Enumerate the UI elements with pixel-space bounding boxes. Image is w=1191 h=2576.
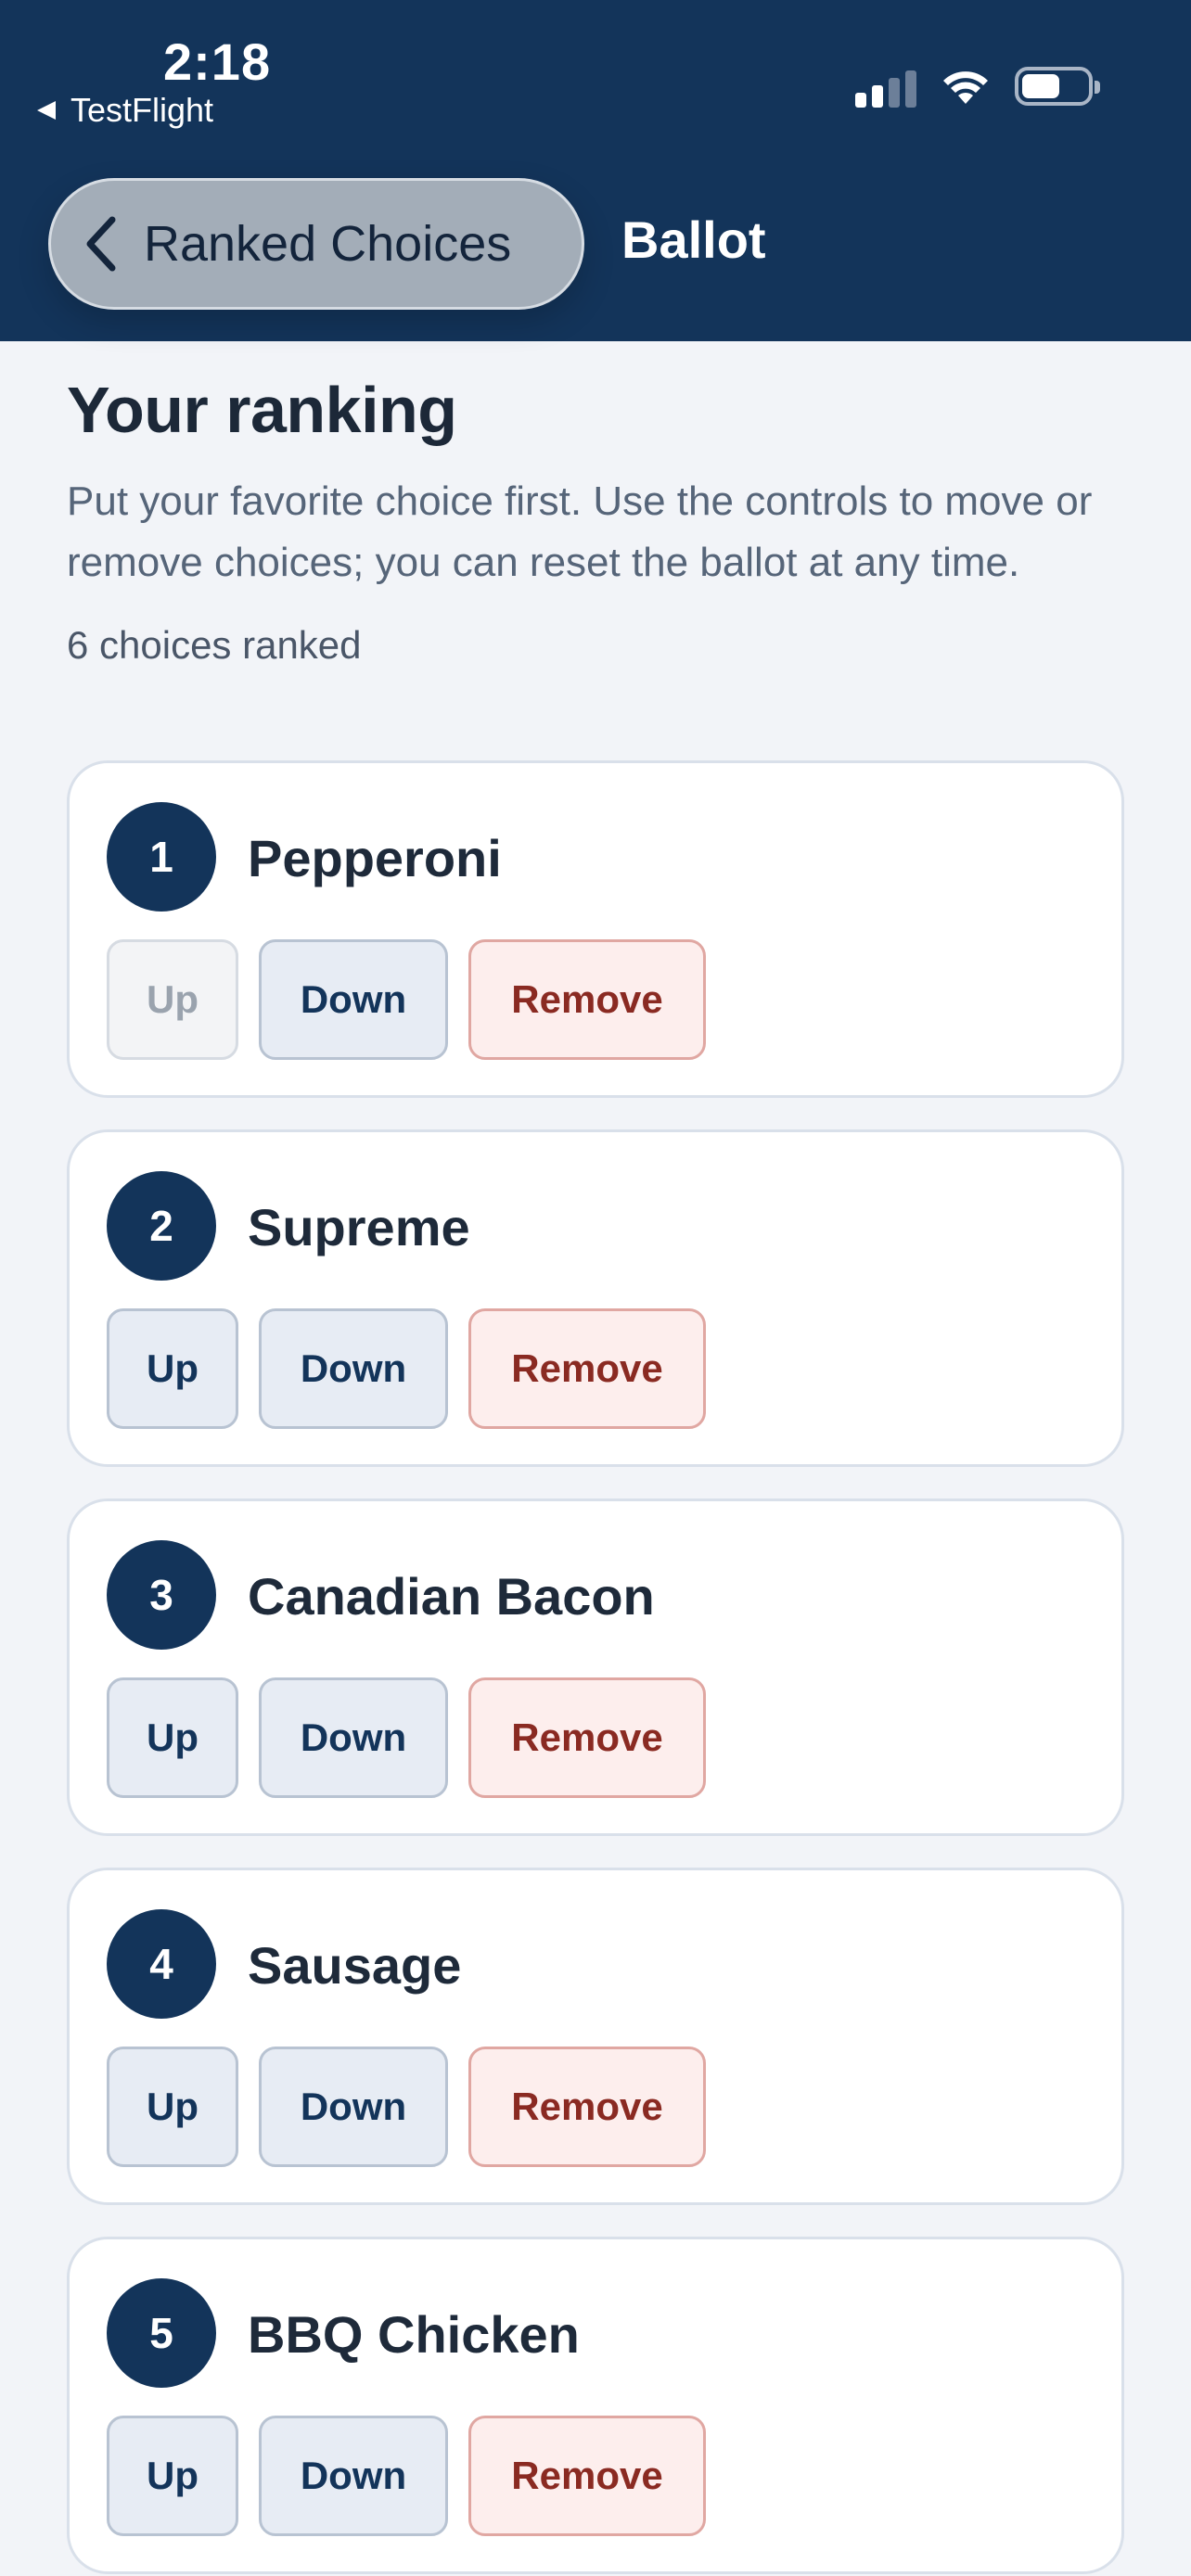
page-title: Your ranking [67,374,457,446]
choice-name: Pepperoni [248,829,502,887]
choice-name: Sausage [248,1936,462,1995]
remove-button[interactable]: Remove [468,1308,706,1429]
move-up-button: Up [107,939,238,1060]
main-content: Your ranking Put your favorite choice fi… [67,341,1124,668]
rank-badge: 5 [107,2278,216,2388]
status-time: 2:18 [163,32,272,91]
move-up-button[interactable]: Up [107,1308,238,1429]
choice-card: 2 Supreme Up Down Remove [67,1129,1124,1467]
remove-button[interactable]: Remove [468,2047,706,2167]
rank-badge: 3 [107,1540,216,1650]
rank-badge: 4 [107,1909,216,2019]
choice-controls: Up Down Remove [107,1677,706,1798]
choice-controls: Up Down Remove [107,939,706,1060]
choice-controls: Up Down Remove [107,2416,706,2536]
chevron-left-icon [86,216,116,272]
move-down-button[interactable]: Down [259,1677,448,1798]
move-up-button[interactable]: Up [107,2047,238,2167]
app-header: 2:18 TestFlight Ranked Choices Ballot [0,0,1191,341]
choice-name: Canadian Bacon [248,1567,655,1626]
choices-count: 6 choices ranked [67,623,362,667]
move-down-button[interactable]: Down [259,939,448,1060]
rank-badge: 2 [107,1171,216,1281]
cellular-signal-icon [855,65,916,108]
move-up-button[interactable]: Up [107,2416,238,2536]
move-down-button[interactable]: Down [259,1308,448,1429]
choice-name: Supreme [248,1198,470,1256]
choice-controls: Up Down Remove [107,2047,706,2167]
choice-card: 5 BBQ Chicken Up Down Remove [67,2237,1124,2574]
choice-card: 4 Sausage Up Down Remove [67,1868,1124,2205]
battery-icon [1015,67,1100,106]
move-down-button[interactable]: Down [259,2416,448,2536]
nav-title: Ballot [621,210,766,269]
status-icons [855,65,1100,108]
back-button[interactable]: Ranked Choices [48,178,584,310]
remove-button[interactable]: Remove [468,939,706,1060]
remove-button[interactable]: Remove [468,2416,706,2536]
choice-card: 3 Canadian Bacon Up Down Remove [67,1498,1124,1836]
wifi-icon [943,71,988,104]
remove-button[interactable]: Remove [468,1677,706,1798]
back-to-app-link[interactable]: TestFlight [37,91,213,130]
back-button-label: Ranked Choices [144,216,512,272]
choice-controls: Up Down Remove [107,1308,706,1429]
rank-badge: 1 [107,802,216,912]
back-triangle-icon [37,101,56,120]
choice-card: 1 Pepperoni Up Down Remove [67,760,1124,1098]
move-up-button[interactable]: Up [107,1677,238,1798]
back-app-label: TestFlight [70,91,214,129]
move-down-button[interactable]: Down [259,2047,448,2167]
choice-name: BBQ Chicken [248,2305,580,2364]
page-description: Put your favorite choice first. Use the … [67,478,1093,585]
